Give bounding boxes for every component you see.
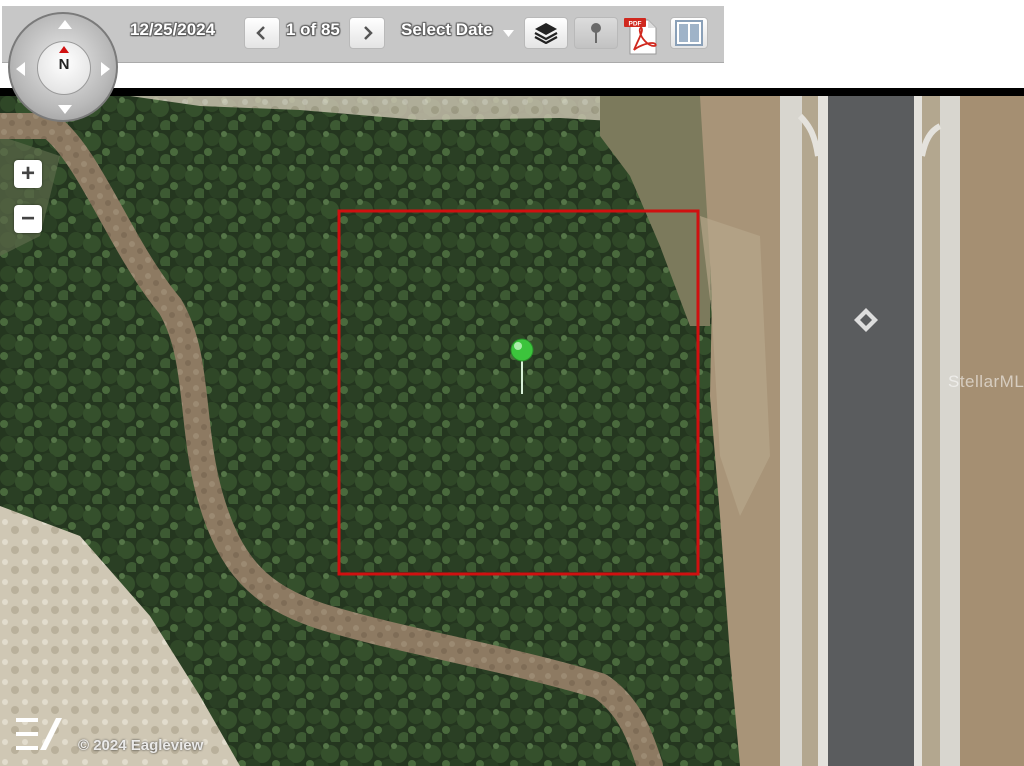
pdf-export-button[interactable]: PDF [622, 16, 662, 56]
aerial-map[interactable] [0, 96, 1024, 766]
copyright-text: © 2024 Eagleview [78, 737, 204, 754]
north-arrow-icon [59, 46, 69, 53]
pdf-icon: PDF [624, 18, 657, 55]
select-date-dropdown[interactable]: Select Date [400, 6, 518, 62]
north-label: N [58, 56, 70, 73]
zoom-in-button[interactable]: + [14, 160, 42, 188]
pan-down-icon[interactable] [58, 105, 72, 114]
current-date: 12/25/2024 [130, 20, 216, 39]
watermark: StellarMLS [948, 372, 1024, 391]
pan-up-icon[interactable] [58, 20, 72, 29]
zoom-out-button[interactable]: − [14, 205, 42, 233]
svg-text:PDF: PDF [629, 21, 642, 28]
layers-icon [534, 23, 558, 44]
layers-button[interactable] [524, 17, 568, 49]
caret-down-icon [503, 30, 514, 37]
chevron-left-icon [256, 26, 265, 40]
compass-control[interactable]: N [8, 12, 118, 122]
next-image-button[interactable] [349, 17, 385, 49]
compass-center[interactable]: N [37, 41, 91, 95]
aerial-imagery [0, 96, 1024, 766]
pan-right-icon[interactable] [101, 62, 110, 76]
chevron-right-icon [364, 26, 373, 40]
page-indicator: 1 of 85 [286, 20, 340, 39]
pan-left-icon[interactable] [16, 62, 25, 76]
split-view-icon [675, 20, 703, 46]
top-bar-divider [0, 88, 1024, 96]
select-date-label: Select Date [401, 20, 493, 39]
pin-icon [591, 23, 601, 43]
previous-image-button[interactable] [244, 17, 280, 49]
pin-button[interactable] [574, 17, 618, 49]
eagleview-logo [14, 714, 70, 763]
split-view-button[interactable] [670, 17, 708, 49]
